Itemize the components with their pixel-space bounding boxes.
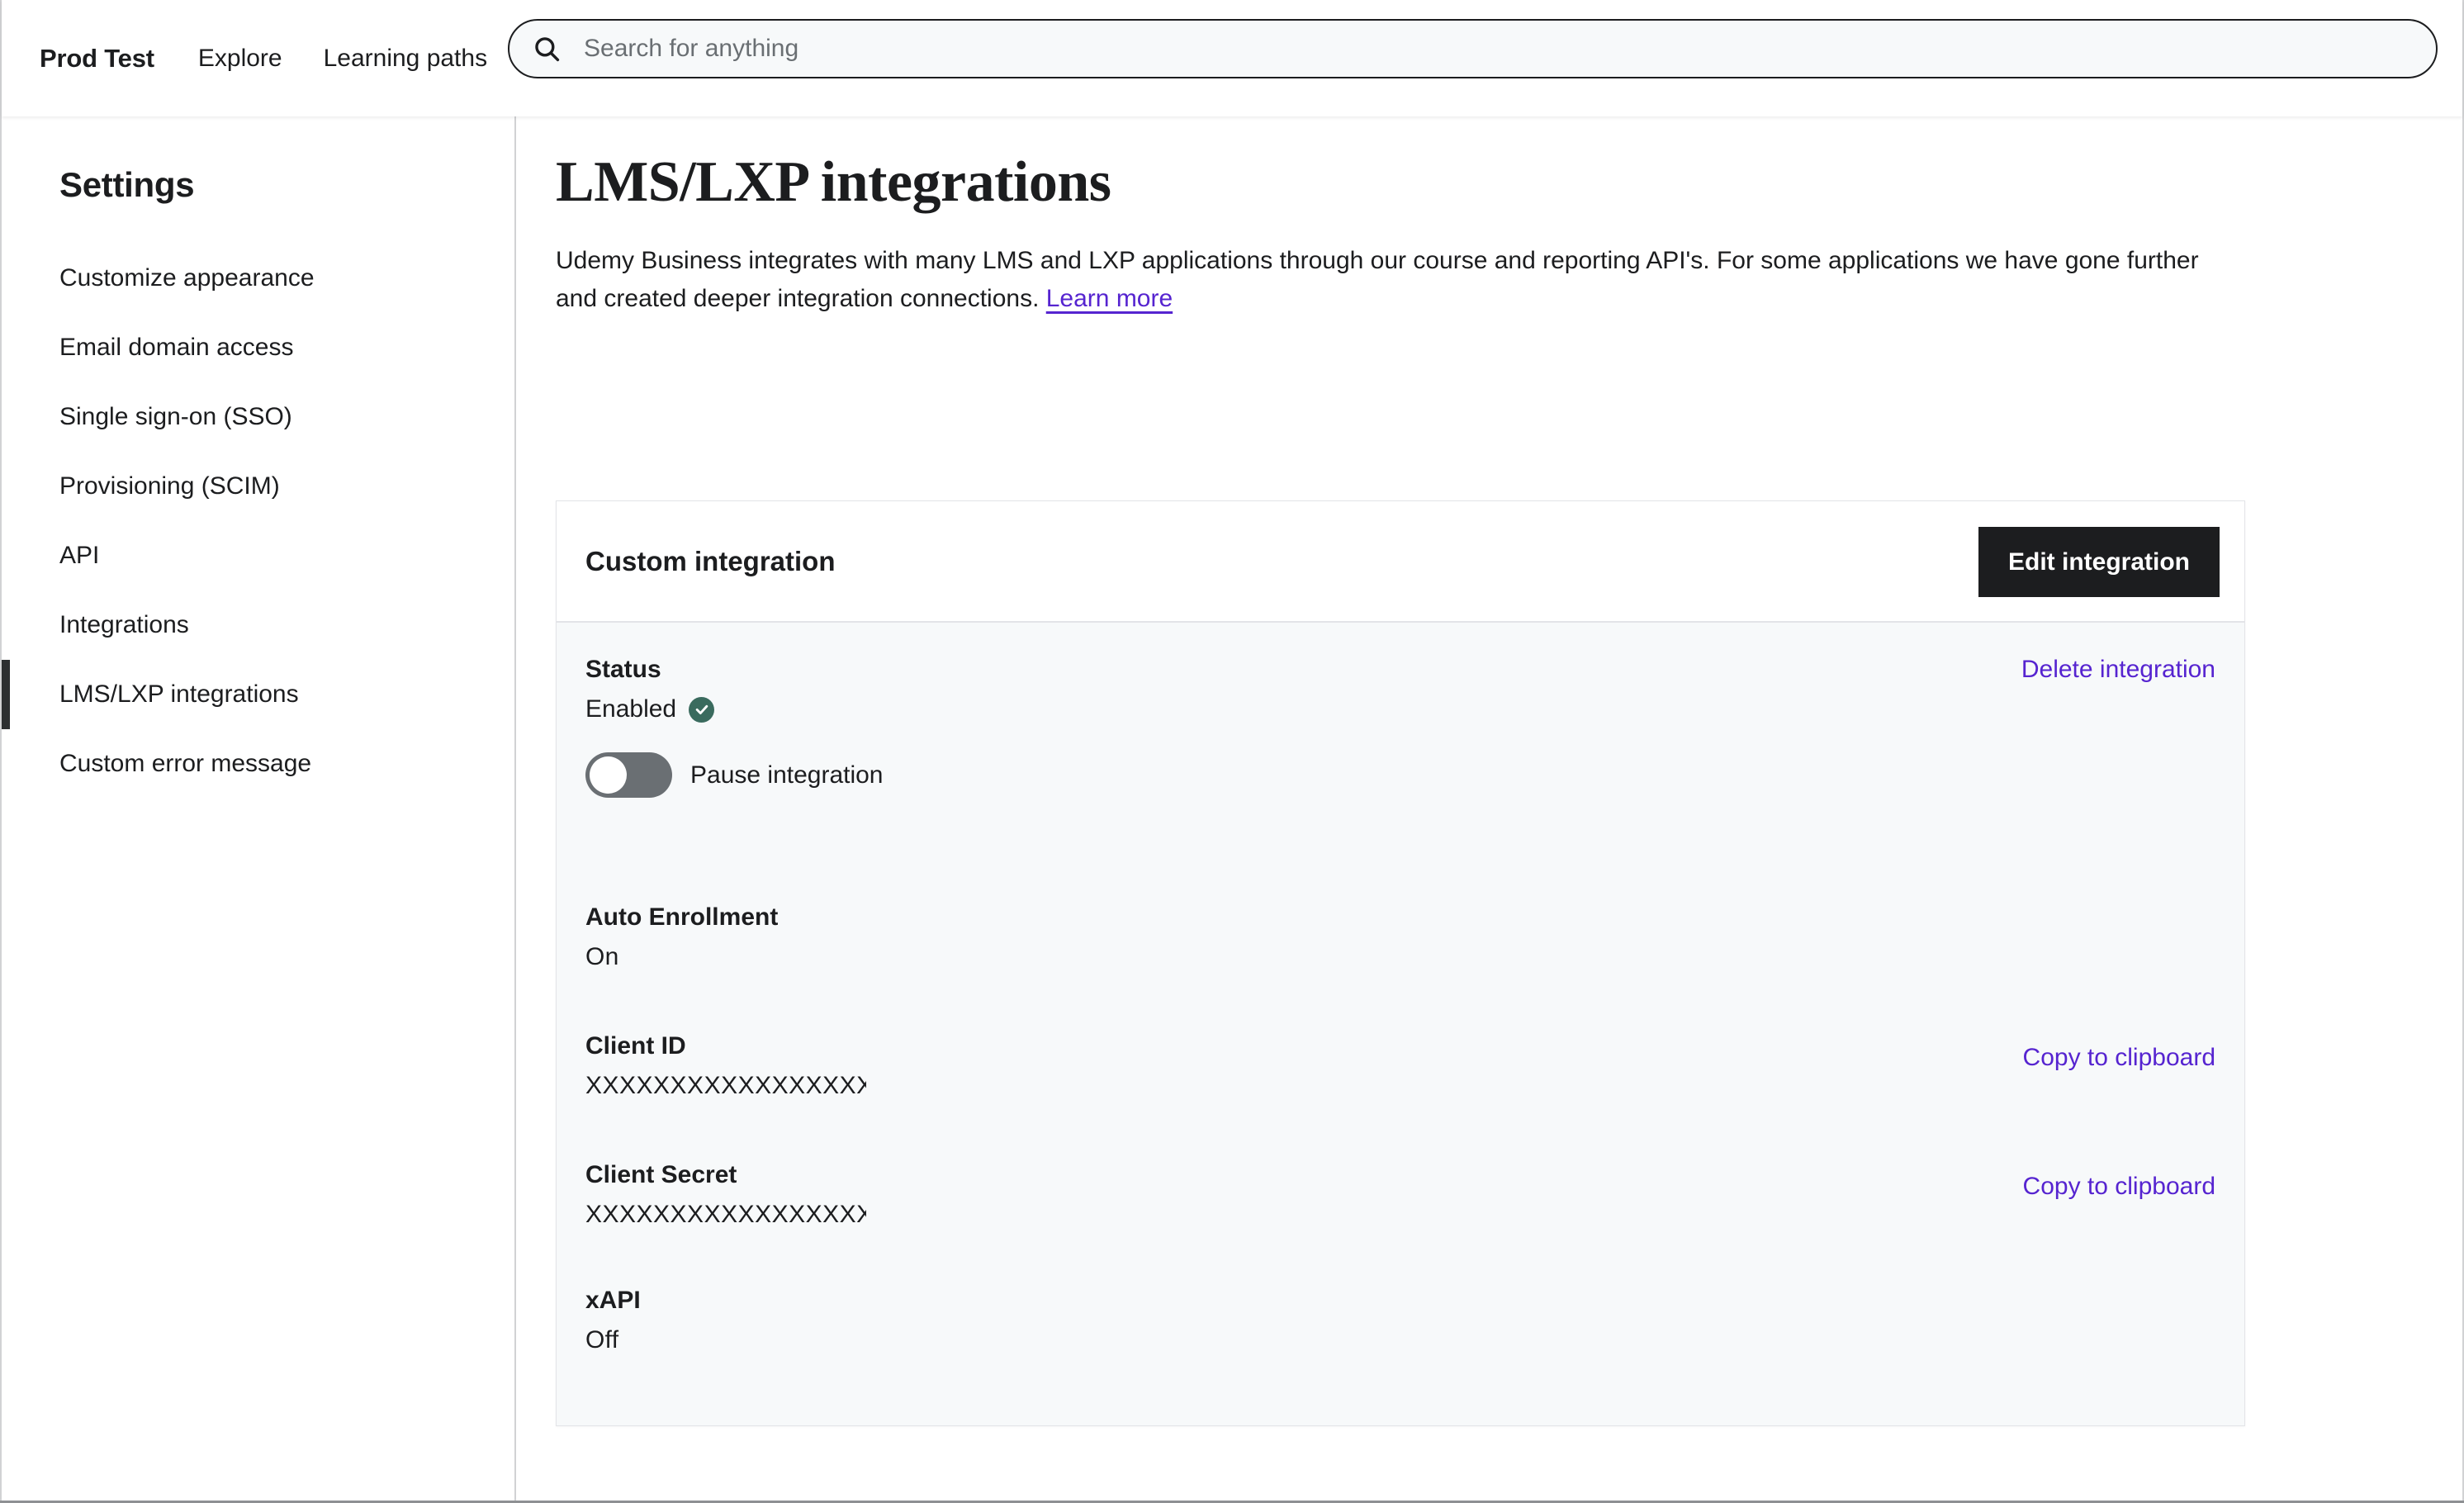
sidebar-title: Settings: [59, 165, 195, 204]
sidebar-item-integrations[interactable]: Integrations: [2, 590, 514, 660]
search-input-placeholder[interactable]: Search for anything: [584, 35, 798, 63]
custom-integration-card: Custom integration Edit integration Stat…: [556, 500, 2245, 1426]
sidebar-item-label: Single sign-on (SSO): [59, 403, 292, 430]
card-header: Custom integration Edit integration: [557, 501, 2244, 623]
sidebar-nav-list: Customize appearance Email domain access…: [2, 244, 514, 799]
client-secret-value: XXXXXXXXXXXXXXXXX: [585, 1201, 866, 1228]
client-secret-field-group: Client Secret XXXXXXXXXXXXXXXXX Copy to …: [557, 1161, 2244, 1229]
sidebar-item-label: Provisioning (SCIM): [59, 472, 280, 500]
settings-sidebar: Settings Customize appearance Email doma…: [2, 116, 516, 1501]
xapi-field-group: xAPI Off: [557, 1287, 2244, 1354]
sidebar-item-label: API: [59, 542, 100, 569]
page-title: LMS/LXP integrations: [556, 150, 1111, 214]
sidebar-item-api[interactable]: API: [2, 521, 514, 590]
edit-integration-button[interactable]: Edit integration: [1978, 527, 2220, 597]
auto-enrollment-label: Auto Enrollment: [585, 903, 779, 931]
main-content: LMS/LXP integrations Udemy Business inte…: [516, 116, 2462, 1501]
pause-integration-label: Pause integration: [690, 761, 884, 789]
sidebar-item-provisioning-scim[interactable]: Provisioning (SCIM): [2, 452, 514, 521]
pause-integration-row: Pause integration: [585, 752, 2215, 798]
check-circle-icon: [689, 696, 715, 723]
status-value: Enabled: [585, 695, 677, 723]
active-indicator-bar: [2, 660, 10, 729]
card-body: Status Enabled Pause integration Delete …: [557, 623, 2244, 1425]
xapi-value: Off: [585, 1326, 619, 1354]
auto-enrollment-value: On: [585, 943, 619, 970]
copy-client-secret-button[interactable]: Copy to clipboard: [2023, 1173, 2215, 1201]
sidebar-item-email-domain-access[interactable]: Email domain access: [2, 313, 514, 382]
card-title: Custom integration: [585, 545, 836, 576]
sidebar-item-customize-appearance[interactable]: Customize appearance: [2, 244, 514, 313]
sidebar-item-single-sign-on[interactable]: Single sign-on (SSO): [2, 382, 514, 452]
client-id-value: XXXXXXXXXXXXXXXXX: [585, 1072, 866, 1099]
top-header-bar: Prod Test Explore Learning paths Search …: [2, 0, 2462, 116]
page-description: Udemy Business integrates with many LMS …: [556, 242, 2199, 318]
brand-logo[interactable]: Prod Test: [40, 44, 154, 73]
client-id-label: Client ID: [585, 1032, 686, 1060]
learn-more-link[interactable]: Learn more: [1046, 285, 1173, 312]
status-label: Status: [585, 656, 661, 683]
page-description-text: Udemy Business integrates with many LMS …: [556, 247, 2199, 312]
client-secret-label: Client Secret: [585, 1161, 737, 1188]
search-icon: [533, 35, 561, 63]
nav-item-learning-paths[interactable]: Learning paths: [324, 45, 488, 73]
status-field-group: Status Enabled Pause integration Delete …: [557, 656, 2244, 798]
status-value-line: Enabled: [585, 695, 2215, 723]
delete-integration-link[interactable]: Delete integration: [2021, 656, 2215, 684]
sidebar-item-lms-lxp-integrations[interactable]: LMS/LXP integrations: [2, 660, 514, 729]
client-id-field-group: Client ID XXXXXXXXXXXXXXXXX Copy to clip…: [557, 1032, 2244, 1100]
sidebar-item-label: Email domain access: [59, 334, 294, 361]
sidebar-item-label: Custom error message: [59, 750, 312, 777]
sidebar-item-label: LMS/LXP integrations: [59, 680, 299, 708]
xapi-label: xAPI: [585, 1287, 641, 1314]
app-window: Prod Test Explore Learning paths Search …: [0, 0, 2464, 1503]
pause-integration-toggle[interactable]: [585, 752, 672, 798]
sidebar-item-custom-error-message[interactable]: Custom error message: [2, 729, 514, 799]
sidebar-item-label: Customize appearance: [59, 264, 315, 292]
nav-item-explore[interactable]: Explore: [198, 45, 282, 73]
search-bar[interactable]: Search for anything: [508, 19, 2438, 78]
toggle-knob: [590, 756, 627, 794]
sidebar-item-label: Integrations: [59, 611, 189, 638]
auto-enrollment-field-group: Auto Enrollment On: [557, 903, 2244, 971]
copy-client-id-button[interactable]: Copy to clipboard: [2023, 1044, 2215, 1072]
